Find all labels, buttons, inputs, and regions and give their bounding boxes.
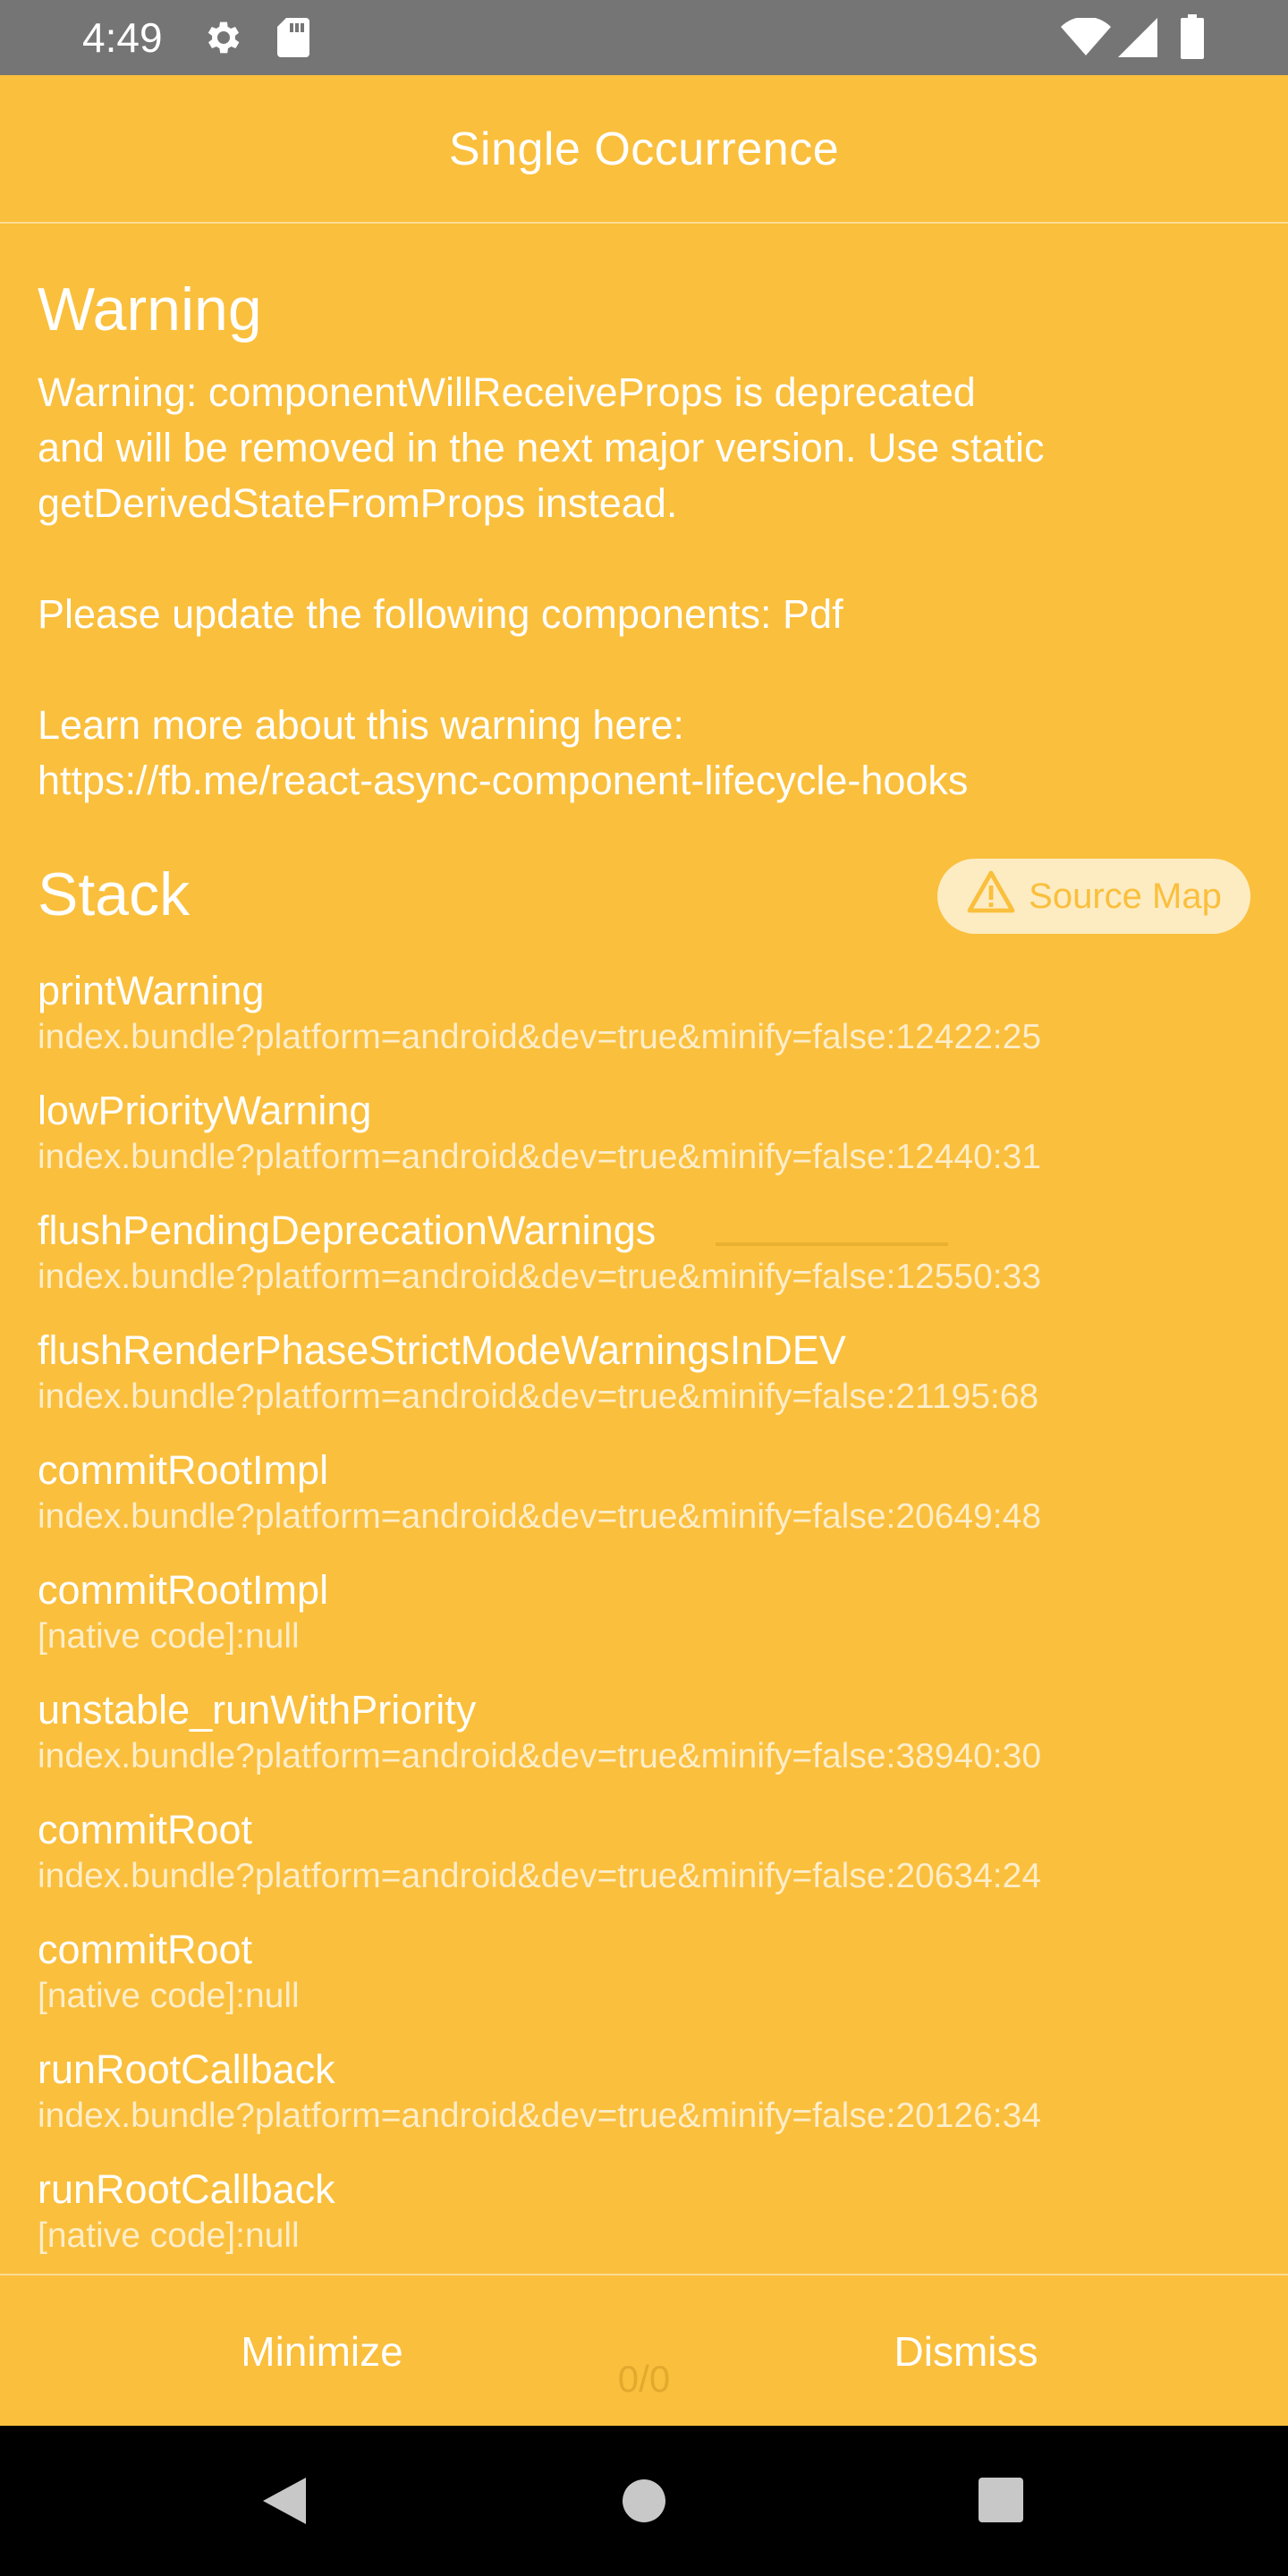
sd-card-icon	[274, 16, 313, 64]
frame-name: commitRoot	[38, 1927, 253, 1972]
log-box-content[interactable]: Warning Warning: componentWillReceivePro…	[0, 224, 1288, 2274]
frame-location: [native code]:null	[38, 1617, 300, 1656]
stack-frame[interactable]: unstable_runWithPriority index.bundle?pl…	[38, 1685, 1272, 1805]
frame-location: [native code]:null	[38, 1977, 300, 2015]
battery-icon	[1179, 14, 1206, 64]
frame-location: index.bundle?platform=android&dev=true&m…	[38, 1737, 1042, 1775]
stack-frame[interactable]: commitRootImpl index.bundle?platform=and…	[38, 1445, 1272, 1565]
recents-icon[interactable]	[977, 2474, 1025, 2532]
stack-heading: Stack	[38, 860, 191, 928]
stack-frame[interactable]: commitRoot [native code]:null	[38, 1925, 1272, 2045]
gear-icon	[202, 16, 245, 64]
stack-frame[interactable]: runRootCallback index.bundle?platform=an…	[38, 2045, 1272, 2165]
frame-name: commitRoot	[38, 1807, 253, 1852]
stack-frame[interactable]: runRootCallback [native code]:null	[38, 2165, 1272, 2274]
frame-name: runRootCallback	[38, 2046, 335, 2092]
source-map-label: Source Map	[1029, 876, 1222, 916]
navigation-bar	[0, 2426, 1288, 2576]
frame-location: index.bundle?platform=android&dev=true&m…	[38, 1377, 1039, 1416]
stack-frame[interactable]: printWarning index.bundle?platform=andro…	[38, 966, 1272, 1086]
frame-name: commitRootImpl	[38, 1447, 329, 1493]
frame-name: unstable_runWithPriority	[38, 1687, 477, 1733]
status-time: 4:49	[82, 14, 163, 61]
minimize-button[interactable]: Minimize	[0, 2275, 644, 2428]
frame-location: index.bundle?platform=android&dev=true&m…	[38, 1258, 1042, 1296]
frame-location: index.bundle?platform=android&dev=true&m…	[38, 1497, 1042, 1536]
frame-location: index.bundle?platform=android&dev=true&m…	[38, 1857, 1042, 1895]
loading-line	[716, 1242, 948, 1246]
warning-triangle-icon	[966, 869, 1016, 923]
frame-name: runRootCallback	[38, 2166, 335, 2212]
frame-name: flushPendingDeprecationWarnings	[38, 1208, 657, 1253]
signal-icon	[1118, 18, 1157, 62]
warning-heading: Warning	[38, 275, 262, 343]
header: Single Occurrence	[0, 75, 1288, 224]
frame-location: [native code]:null	[38, 2216, 300, 2255]
frame-location: index.bundle?platform=android&dev=true&m…	[38, 2097, 1042, 2135]
frame-name: lowPriorityWarning	[38, 1088, 372, 1133]
stack-frame[interactable]: commitRoot index.bundle?platform=android…	[38, 1805, 1272, 1925]
frame-location: index.bundle?platform=android&dev=true&m…	[38, 1018, 1042, 1056]
stack-list: printWarning index.bundle?platform=andro…	[38, 966, 1272, 2274]
stack-frame[interactable]: flushPendingDeprecationWarnings index.bu…	[38, 1206, 1272, 1326]
frame-name: printWarning	[38, 968, 265, 1013]
stack-frame[interactable]: lowPriorityWarning index.bundle?platform…	[38, 1086, 1272, 1206]
warning-message: Warning: componentWillReceiveProps is de…	[38, 369, 1045, 803]
frame-location: index.bundle?platform=android&dev=true&m…	[38, 1138, 1042, 1176]
back-icon[interactable]	[259, 2474, 309, 2532]
source-map-button[interactable]: Source Map	[937, 859, 1250, 934]
stack-frame[interactable]: flushRenderPhaseStrictModeWarningsInDEV …	[38, 1326, 1272, 1445]
footer: Minimize Dismiss	[0, 2274, 1288, 2426]
frame-name: commitRootImpl	[38, 1567, 329, 1613]
page-title: Single Occurrence	[448, 123, 840, 175]
status-bar: 4:49	[0, 0, 1288, 75]
home-icon[interactable]	[621, 2474, 667, 2532]
stack-frame[interactable]: commitRootImpl [native code]:null	[38, 1565, 1272, 1685]
dismiss-button[interactable]: Dismiss	[644, 2275, 1288, 2428]
wifi-icon	[1061, 16, 1111, 62]
pager-count: 0/0	[617, 2358, 671, 2400]
frame-name: flushRenderPhaseStrictModeWarningsInDEV	[38, 1327, 846, 1373]
